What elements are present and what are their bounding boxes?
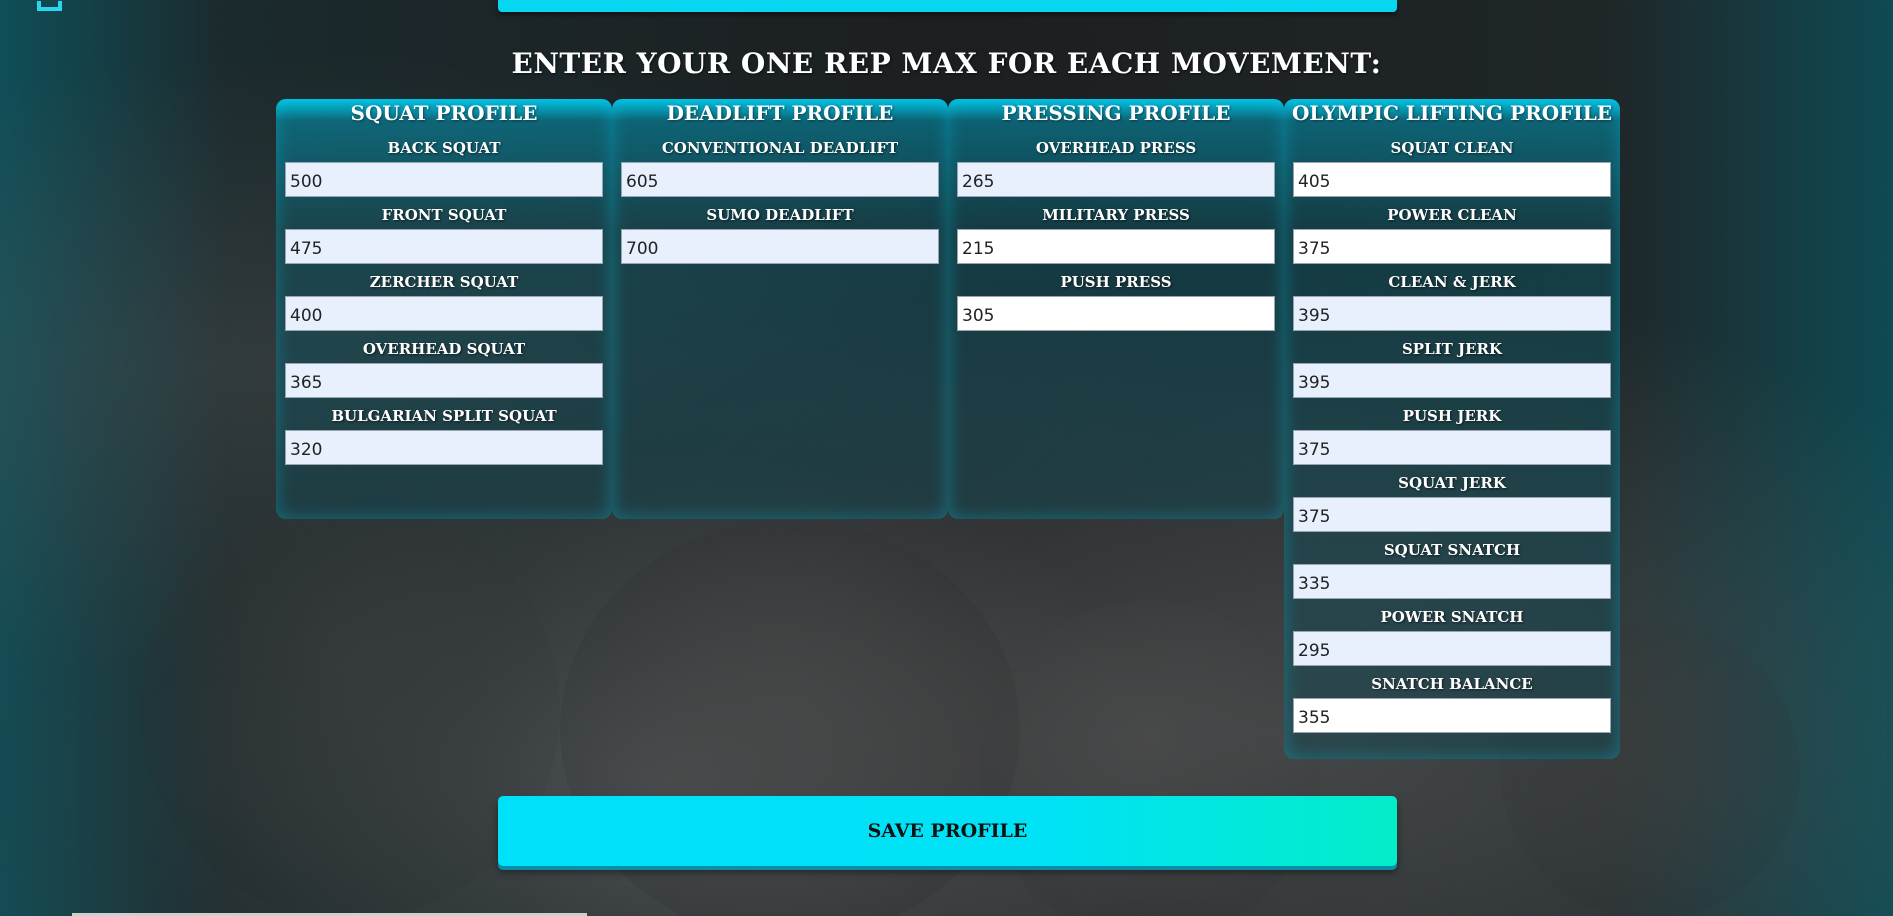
field-power-clean: Power Clean — [1293, 206, 1611, 273]
field-conventional-deadlift: Conventional Deadlift — [621, 139, 939, 206]
back-squat-input[interactable] — [285, 162, 603, 197]
field-label: Push Press — [1060, 273, 1172, 291]
field-label: Squat Jerk — [1398, 474, 1506, 492]
overhead-squat-input[interactable] — [285, 363, 603, 398]
field-bulgarian-split-squat: Bulgarian Split Squat — [285, 407, 603, 474]
field-label: Overhead Squat — [362, 340, 526, 358]
field-squat-clean: Squat Clean — [1293, 139, 1611, 206]
panel-title: Squat Profile — [350, 101, 538, 125]
field-split-jerk: Split Jerk — [1293, 340, 1611, 407]
field-label: Power Clean — [1387, 206, 1517, 224]
squat-snatch-input[interactable] — [1293, 564, 1611, 599]
olympic-lifting-profile-panel: Olympic Lifting Profile Squat Clean Powe… — [1284, 99, 1620, 759]
field-zercher-squat: Zercher Squat — [285, 273, 603, 340]
field-label: Clean & Jerk — [1388, 273, 1516, 291]
split-jerk-input[interactable] — [1293, 363, 1611, 398]
field-label: Power Snatch — [1380, 608, 1524, 626]
page-title: Enter Your One Rep Max For Each Movement… — [511, 47, 1382, 80]
field-back-squat: Back Squat — [285, 139, 603, 206]
pressing-profile-panel: Pressing Profile Overhead Press Military… — [948, 99, 1284, 519]
clean-and-jerk-input[interactable] — [1293, 296, 1611, 331]
power-clean-input[interactable] — [1293, 229, 1611, 264]
field-power-snatch: Power Snatch — [1293, 608, 1611, 675]
field-overhead-press: Overhead Press — [957, 139, 1275, 206]
field-label: Squat Clean — [1390, 139, 1514, 157]
field-front-squat: Front Squat — [285, 206, 603, 273]
field-label: Overhead Press — [1035, 139, 1197, 157]
top-navigation-bar — [498, 0, 1397, 12]
field-squat-snatch: Squat Snatch — [1293, 541, 1611, 608]
save-profile-button[interactable]: Save Profile — [498, 796, 1397, 866]
field-push-jerk: Push Jerk — [1293, 407, 1611, 474]
overhead-press-input[interactable] — [957, 162, 1275, 197]
panel-title: Deadlift Profile — [666, 101, 894, 125]
panel-title: Olympic Lifting Profile — [1291, 101, 1613, 125]
squat-profile-panel: Squat Profile Back Squat Front Squat Zer… — [276, 99, 612, 519]
sumo-deadlift-input[interactable] — [621, 229, 939, 264]
bulgarian-split-squat-input[interactable] — [285, 430, 603, 465]
field-label: Zercher Squat — [369, 273, 519, 291]
zercher-squat-input[interactable] — [285, 296, 603, 331]
panel-title: Pressing Profile — [1001, 101, 1231, 125]
field-push-press: Push Press — [957, 273, 1275, 340]
field-label: Bulgarian Split Squat — [331, 407, 557, 425]
conventional-deadlift-input[interactable] — [621, 162, 939, 197]
field-military-press: Military Press — [957, 206, 1275, 273]
squat-jerk-input[interactable] — [1293, 497, 1611, 532]
field-label: Sumo Deadlift — [706, 206, 854, 224]
field-label: Squat Snatch — [1383, 541, 1521, 559]
push-jerk-input[interactable] — [1293, 430, 1611, 465]
field-sumo-deadlift: Sumo Deadlift — [621, 206, 939, 273]
push-press-input[interactable] — [957, 296, 1275, 331]
field-label: Split Jerk — [1401, 340, 1503, 358]
squat-clean-input[interactable] — [1293, 162, 1611, 197]
field-label: Front Squat — [381, 206, 507, 224]
deadlift-profile-panel: Deadlift Profile Conventional Deadlift S… — [612, 99, 948, 519]
kettlebell-shape — [980, 600, 1320, 916]
snatch-balance-input[interactable] — [1293, 698, 1611, 733]
refresh-icon[interactable] — [36, 0, 66, 14]
field-squat-jerk: Squat Jerk — [1293, 474, 1611, 541]
field-label: Conventional Deadlift — [661, 139, 899, 157]
field-label: Snatch Balance — [1371, 675, 1533, 693]
field-label: Military Press — [1042, 206, 1190, 224]
field-label: Push Jerk — [1402, 407, 1502, 425]
field-label: Back Squat — [387, 139, 501, 157]
power-snatch-input[interactable] — [1293, 631, 1611, 666]
military-press-input[interactable] — [957, 229, 1275, 264]
field-clean-and-jerk: Clean & Jerk — [1293, 273, 1611, 340]
front-squat-input[interactable] — [285, 229, 603, 264]
field-snatch-balance: Snatch Balance — [1293, 675, 1611, 742]
kettlebell-shape — [140, 500, 560, 916]
field-overhead-squat: Overhead Squat — [285, 340, 603, 407]
